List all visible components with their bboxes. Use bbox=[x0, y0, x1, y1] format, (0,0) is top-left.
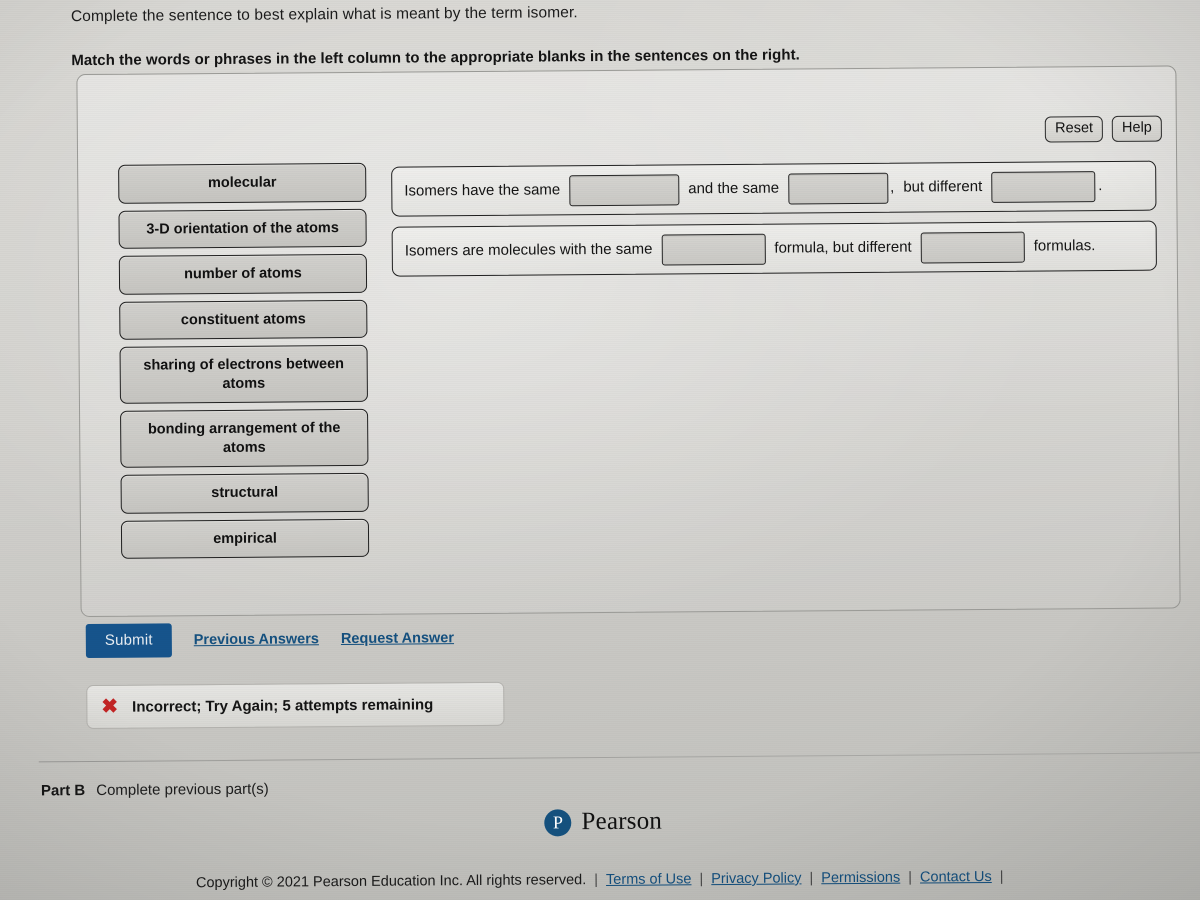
matching-activity-panel: Reset Help molecular 3-D orientation of … bbox=[76, 65, 1181, 618]
copyright-text: Copyright © 2021 Pearson Education Inc. … bbox=[195, 872, 587, 892]
sentence-1-comma: , bbox=[890, 178, 895, 196]
sentence-list: Isomers have the same and the same , but… bbox=[391, 160, 1157, 277]
section-divider bbox=[38, 752, 1200, 763]
word-tile-molecular[interactable]: molecular bbox=[118, 162, 367, 204]
part-b-row[interactable]: Part B Complete previous part(s) bbox=[41, 781, 269, 800]
screen-photo-background: Complete the sentence to best explain wh… bbox=[0, 0, 1200, 900]
footer-separator-2: | bbox=[699, 871, 704, 888]
part-b-label: Part B bbox=[40, 782, 86, 800]
permissions-link[interactable]: Permissions bbox=[821, 870, 900, 887]
footer-separator-3: | bbox=[809, 870, 814, 887]
question-instruction: Match the words or phrases in the left c… bbox=[71, 46, 800, 70]
pearson-wordmark: Pearson bbox=[581, 807, 663, 836]
submit-button[interactable]: Submit bbox=[85, 623, 172, 659]
footer-separator-1: | bbox=[594, 872, 599, 889]
sentence-row-2: Isomers are molecules with the same form… bbox=[391, 220, 1157, 277]
feedback-message: Incorrect; Try Again; 5 attempts remaini… bbox=[132, 695, 434, 716]
word-tile-sharing-of-electrons[interactable]: sharing of electrons between atoms bbox=[119, 345, 368, 405]
terms-of-use-link[interactable]: Terms of Use bbox=[606, 871, 692, 888]
pearson-p-icon: P bbox=[544, 808, 572, 836]
word-tile-empirical[interactable]: empirical bbox=[120, 518, 370, 560]
word-tile-3d-orientation[interactable]: 3-D orientation of the atoms bbox=[118, 208, 367, 249]
x-mark-icon: ✖ bbox=[101, 695, 119, 718]
feedback-banner: ✖ Incorrect; Try Again; 5 attempts remai… bbox=[86, 681, 505, 730]
contact-us-link[interactable]: Contact Us bbox=[920, 869, 992, 886]
help-button[interactable]: Help bbox=[1111, 115, 1162, 142]
question-prompt: Complete the sentence to best explain wh… bbox=[70, 4, 578, 26]
sentence-1-mid-text: and the same bbox=[688, 179, 780, 198]
sentence-2-mid-text: formula, but different bbox=[774, 238, 912, 257]
word-bank: molecular 3-D orientation of the atoms n… bbox=[118, 162, 370, 560]
part-b-status: Complete previous part(s) bbox=[96, 780, 269, 799]
action-row: Submit Previous Answers Request Answer bbox=[85, 621, 454, 659]
sentence-2-lead-text: Isomers are molecules with the same bbox=[404, 240, 653, 260]
drop-blank-2-2[interactable] bbox=[920, 231, 1025, 263]
sentence-1-tail-text: but different bbox=[903, 177, 983, 196]
footer-separator-5: | bbox=[999, 868, 1004, 885]
word-tile-bonding-arrangement[interactable]: bonding arrangement of the atoms bbox=[120, 409, 369, 469]
reset-button[interactable]: Reset bbox=[1045, 116, 1104, 143]
request-answer-link[interactable]: Request Answer bbox=[341, 630, 454, 647]
drop-blank-1-1[interactable] bbox=[569, 173, 680, 206]
sentence-1-period: . bbox=[1098, 177, 1103, 195]
drop-blank-2-1[interactable] bbox=[661, 233, 766, 266]
sentence-row-1: Isomers have the same and the same , but… bbox=[391, 160, 1157, 217]
privacy-policy-link[interactable]: Privacy Policy bbox=[711, 870, 801, 887]
panel-toolbar: Reset Help bbox=[1045, 115, 1162, 143]
sentence-2-trail-text: formulas. bbox=[1033, 237, 1096, 255]
drop-blank-1-2[interactable] bbox=[787, 172, 889, 205]
word-tile-number-of-atoms[interactable]: number of atoms bbox=[118, 253, 368, 295]
pearson-logo: P Pearson bbox=[3, 803, 1200, 840]
footer-bar: Copyright © 2021 Pearson Education Inc. … bbox=[4, 867, 1200, 892]
footer-separator-4: | bbox=[908, 869, 913, 886]
previous-answers-link[interactable]: Previous Answers bbox=[194, 631, 319, 648]
word-tile-structural[interactable]: structural bbox=[120, 473, 369, 514]
word-tile-constituent-atoms[interactable]: constituent atoms bbox=[119, 299, 368, 340]
drop-blank-1-3[interactable] bbox=[991, 170, 1096, 203]
sentence-1-lead-text: Isomers have the same bbox=[404, 181, 561, 200]
